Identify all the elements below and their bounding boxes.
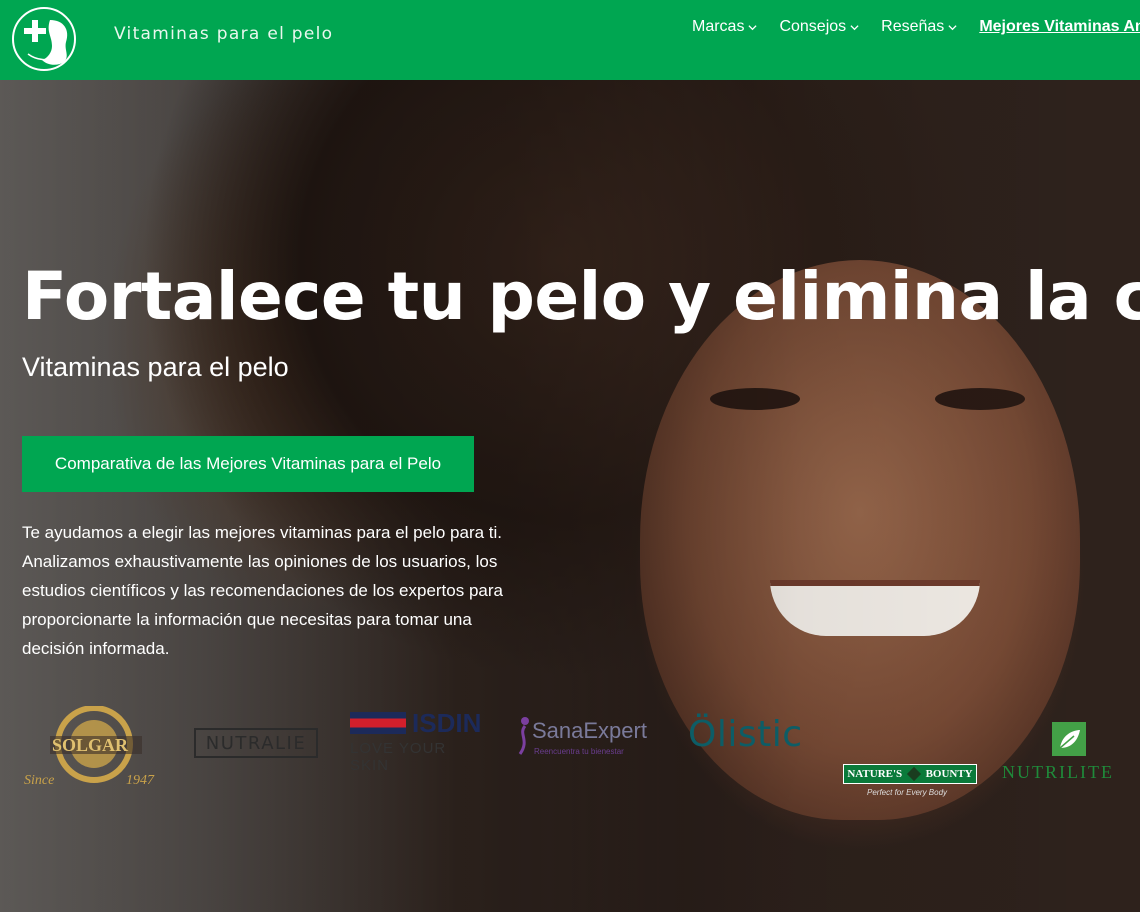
nav-resenas[interactable]: Reseñas (881, 18, 957, 36)
solgar-since: Since (24, 773, 54, 788)
nav-label: Marcas (692, 18, 745, 35)
logo-icon[interactable] (10, 6, 82, 72)
nutrilite-name: NUTRILITE (1002, 762, 1114, 782)
nutrilite-logo[interactable]: NUTRILITE (1002, 722, 1140, 782)
hero-section: Fortalece tu pelo y elimina la caída Vit… (0, 80, 1140, 912)
comparativa-button[interactable]: Comparativa de las Mejores Vitaminas par… (22, 436, 474, 492)
isdin-name: ISDIN (412, 708, 482, 738)
nav-consejos[interactable]: Consejos (779, 18, 859, 36)
hero-description: Te ayudamos a elegir las mejores vitamin… (22, 523, 503, 658)
isdin-flag (350, 712, 406, 734)
chevron-down-icon (948, 24, 957, 30)
sana-tagline: Reencuentra tu bienestar (534, 747, 624, 756)
natures-bounty-logo[interactable]: NATURE'S BOUNTY Perfect for Every Body (843, 764, 977, 802)
site-name[interactable]: Vitaminas para el pelo (114, 24, 333, 44)
natures-box: NATURE'S BOUNTY (843, 764, 977, 784)
solgar-year: 1947 (126, 773, 155, 788)
nav-marcas[interactable]: Marcas (692, 18, 758, 36)
natures-left: NATURE'S (847, 768, 903, 780)
solgar-name: SOLGAR (52, 735, 129, 755)
nav-label: Consejos (779, 18, 847, 35)
nutralie-logo[interactable]: NUTRALIE (194, 728, 318, 758)
sana-figure-icon (518, 717, 529, 755)
nav-label: Reseñas (881, 18, 945, 35)
chevron-down-icon (748, 24, 758, 30)
diamond-icon (906, 766, 921, 782)
solgar-logo[interactable]: SOLGAR Since 1947 (22, 706, 162, 792)
hero-subtitle: Vitaminas para el pelo (22, 352, 289, 382)
isdin-tagline: LOVE YOUR SKIN (350, 740, 447, 774)
site-header: Vitaminas para el pelo Marcas Consejos R… (0, 0, 1140, 80)
natures-right: BOUNTY (925, 768, 973, 780)
leaf-icon (1052, 722, 1086, 756)
chevron-down-icon (850, 24, 859, 30)
olistic-logo[interactable]: Ölistic (688, 714, 803, 755)
nav-label: Mejores Vitaminas Ant (979, 18, 1140, 35)
main-nav: Marcas Consejos Reseñas Mejores Vitamina… (692, 18, 1140, 36)
nav-mejores-vitaminas[interactable]: Mejores Vitaminas Ant (979, 18, 1140, 36)
isdin-logo[interactable]: ISDIN LOVE YOUR SKIN (350, 708, 490, 774)
natures-tagline: Perfect for Every Body (867, 788, 948, 797)
sana-name: SanaExpert (532, 718, 647, 743)
sanaexpert-logo[interactable]: SanaExpert Reencuentra tu bienestar (516, 716, 656, 766)
hero-title: Fortalece tu pelo y elimina la caída (22, 258, 1140, 335)
